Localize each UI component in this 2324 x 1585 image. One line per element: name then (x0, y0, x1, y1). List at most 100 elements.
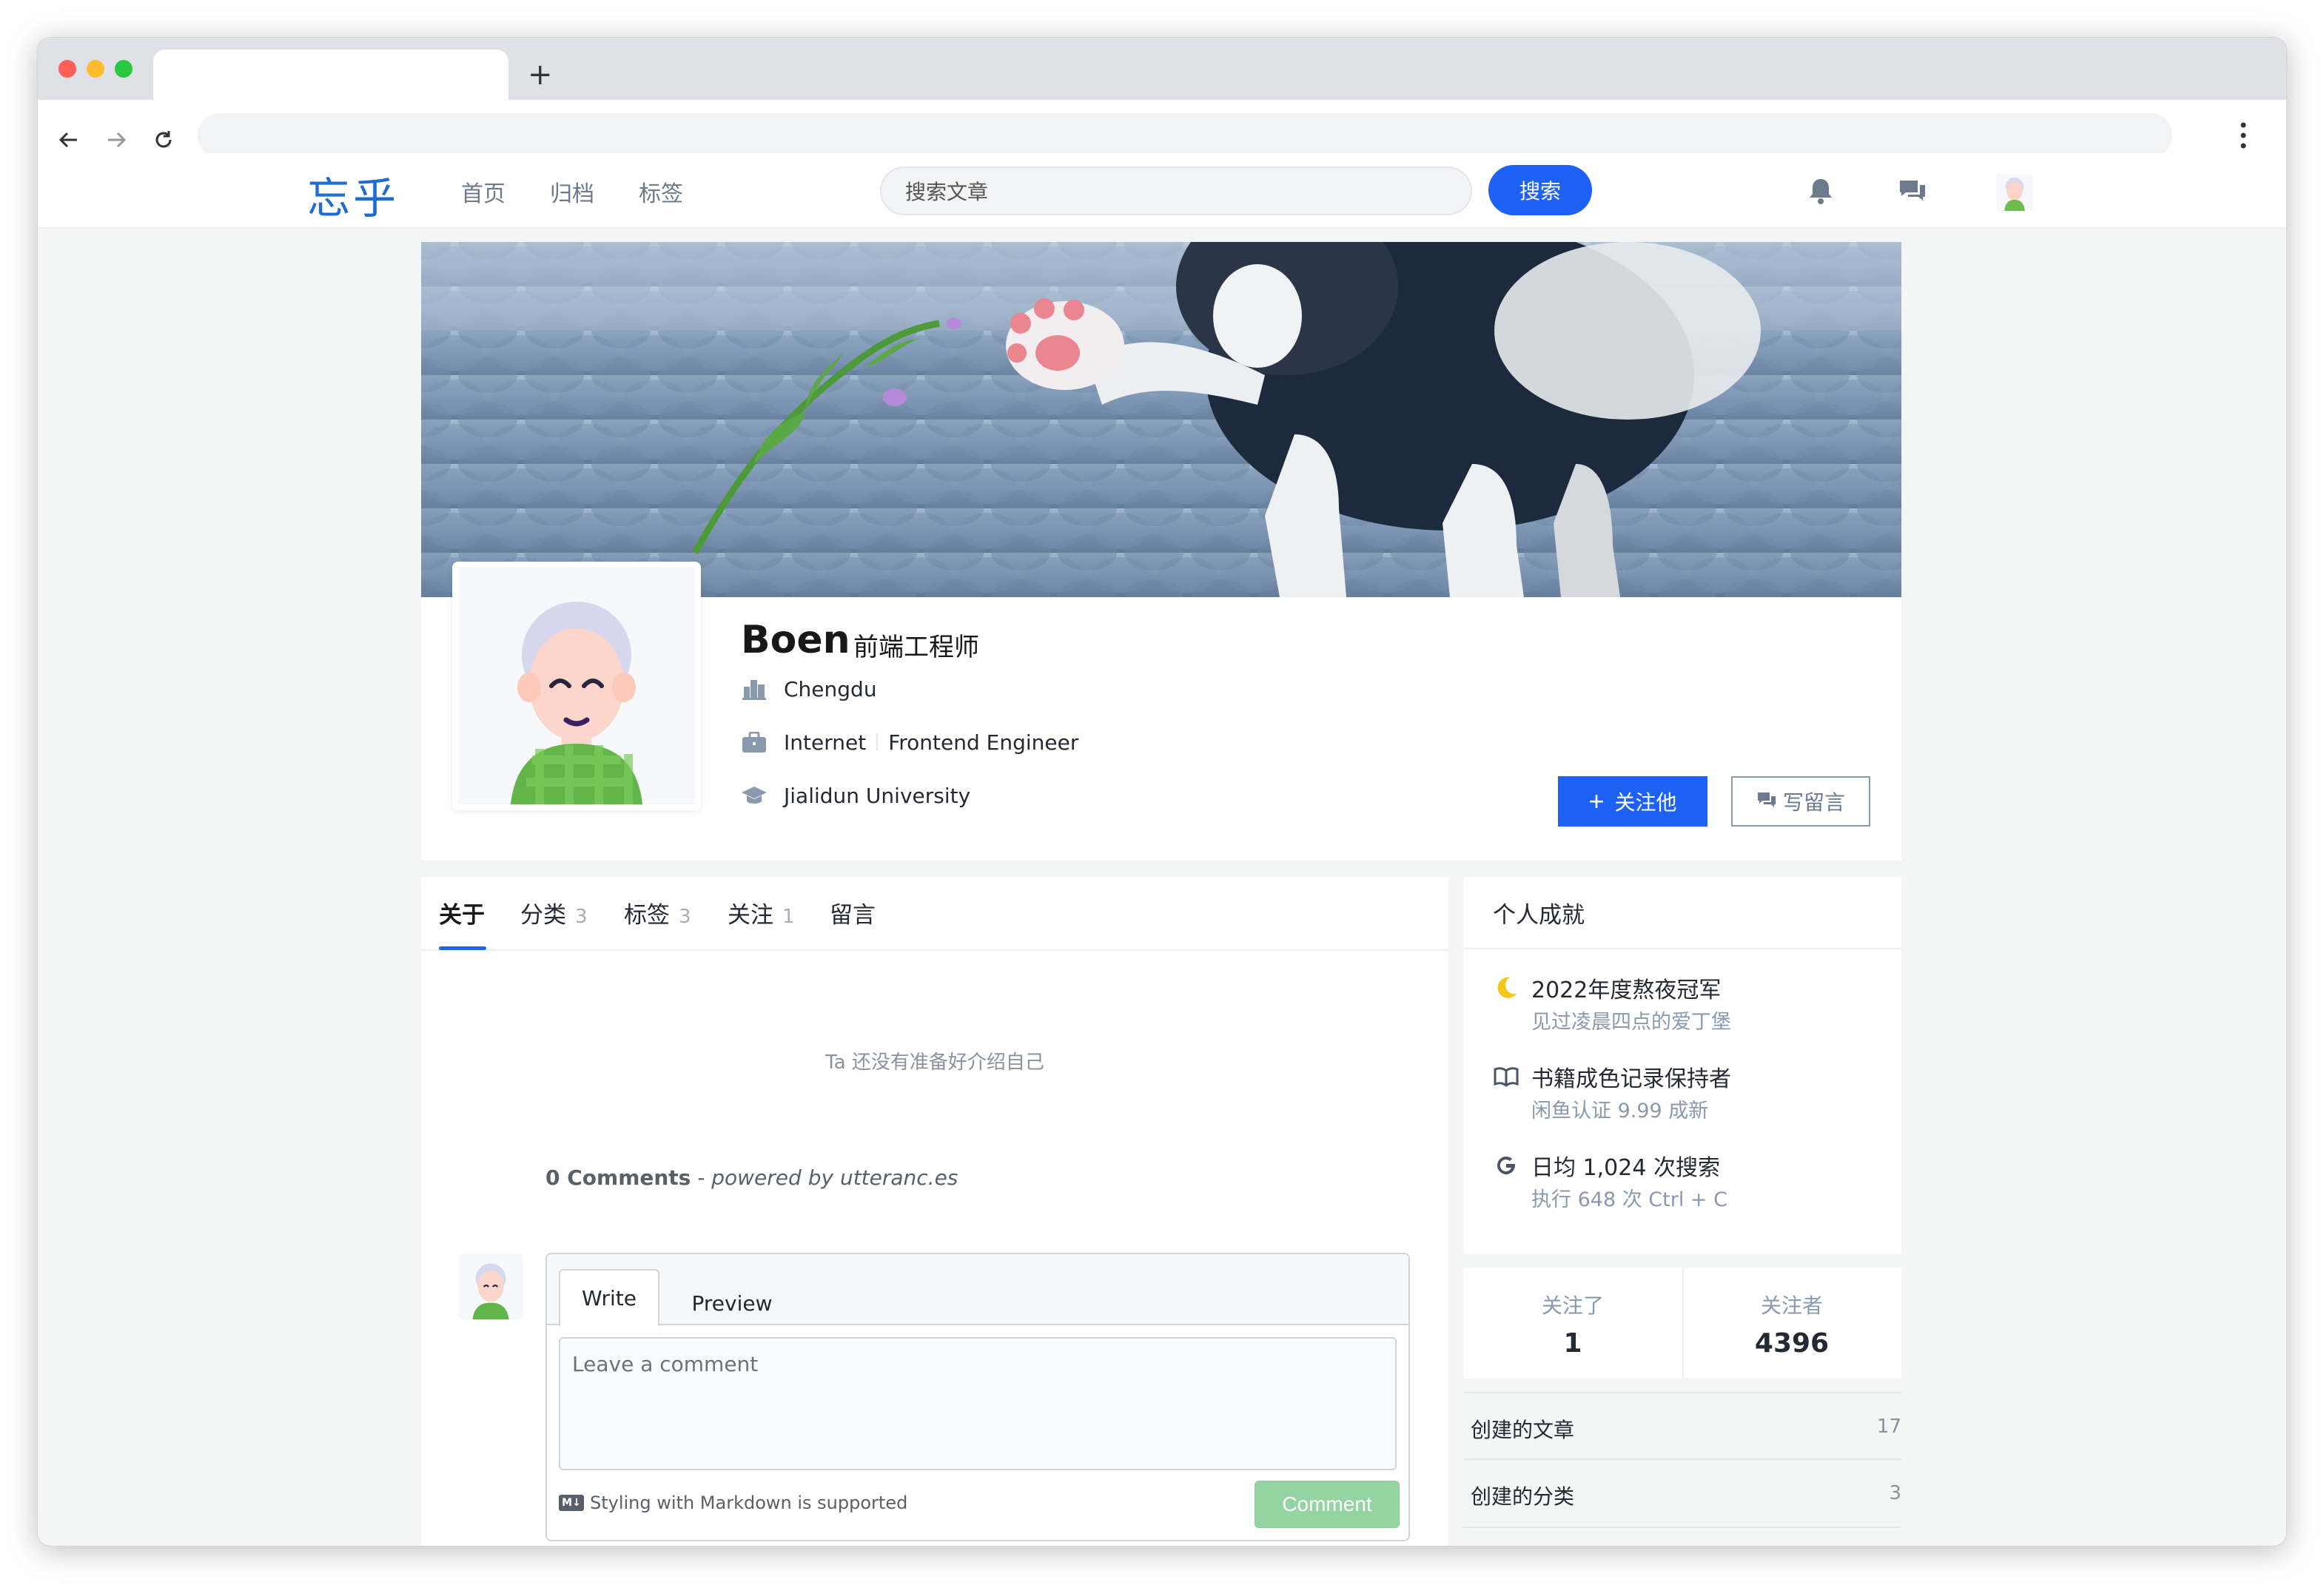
tab-categories-count: 3 (575, 906, 588, 928)
commenter-avatar (458, 1254, 523, 1319)
kitten-photo (421, 242, 1901, 597)
stat-label: 创建的文章 (1471, 1418, 1575, 1442)
achievement-sub: 闲鱼认证 9.99 成新 (1531, 1100, 1709, 1123)
graduation-cap-icon (741, 782, 768, 809)
followers-stat[interactable]: 关注者 4396 (1682, 1268, 1901, 1379)
user-avatar[interactable] (1996, 174, 2033, 211)
markdown-icon: M↓ (559, 1495, 584, 1511)
tab-categories-label: 分类 (520, 902, 566, 929)
tab-write[interactable]: Write (559, 1269, 659, 1327)
book-icon (1493, 1063, 1519, 1090)
profile-name: Boen (741, 618, 850, 662)
nav-home[interactable]: 首页 (461, 175, 506, 208)
stat-articles-row[interactable]: 创建的文章 17 (1463, 1392, 1901, 1460)
stat-value: 17 (1876, 1416, 1901, 1438)
profile-tabs: 关于 分类 3 标签 3 关注 1 留言 (421, 877, 1448, 951)
site-logo[interactable]: 忘乎 (307, 164, 399, 226)
achievements-title: 个人成就 (1493, 902, 1585, 929)
stat-label: 创建的分类 (1471, 1484, 1575, 1509)
new-tab-button[interactable]: + (528, 54, 553, 95)
follow-button-label: 关注他 (1614, 791, 1677, 814)
comment-editor: Write Preview M↓ Styling with Markdown i… (545, 1253, 1410, 1541)
achievement-title: 书籍成色记录保持者 (1531, 1066, 1731, 1092)
tab-tags-count: 3 (679, 906, 691, 928)
industry-text: Internet (784, 730, 867, 755)
tab-messages-label: 留言 (830, 902, 876, 929)
maximize-window-button[interactable] (115, 60, 132, 78)
tab-following[interactable]: 关注 1 (728, 896, 795, 929)
profile-avatar (452, 562, 701, 810)
tab-about-label: 关于 (439, 902, 485, 929)
comment-submit-button[interactable]: Comment (1255, 1481, 1400, 1528)
stat-categories-row[interactable]: 创建的分类 3 (1463, 1460, 1901, 1528)
achievement-title: 日均 1,024 次搜索 (1531, 1155, 1720, 1181)
following-stat[interactable]: 关注了 1 (1463, 1268, 1682, 1379)
follow-button[interactable]: + 关注他 (1558, 776, 1707, 827)
comment-textarea[interactable] (559, 1337, 1397, 1470)
briefcase-icon (741, 729, 768, 756)
followers-label: 关注者 (1760, 1293, 1823, 1318)
address-bar[interactable] (198, 113, 2172, 158)
comment-editor-tabs: Write Preview (547, 1254, 1408, 1327)
divider (1463, 948, 1901, 949)
avatar-illustration (458, 568, 695, 804)
markdown-hint: M↓ Styling with Markdown is supported (559, 1493, 907, 1513)
achievements-card: 个人成就 2022年度熬夜冠军 见过凌晨四点的爱丁堡 书籍成色记录保持者 闲鱼认… (1463, 877, 1901, 1254)
google-icon (1493, 1152, 1519, 1179)
tab-preview[interactable]: Preview (673, 1281, 791, 1325)
markdown-hint-text[interactable]: Styling with Markdown is supported (590, 1493, 907, 1513)
info-school-row: Jialidun University (741, 781, 970, 810)
school-text: Jialidun University (784, 783, 971, 808)
write-message-button[interactable]: 写留言 (1731, 776, 1870, 827)
tab-tags[interactable]: 标签 3 (624, 896, 691, 929)
achievement-title: 2022年度熬夜冠军 (1531, 977, 1722, 1003)
city-text: Chengdu (784, 676, 877, 701)
following-count: 1 (1563, 1328, 1582, 1359)
search-input[interactable] (905, 177, 1423, 206)
profile-main-card: 关于 分类 3 标签 3 关注 1 留言 Ta 还没有准备好介绍自己 0 Com… (421, 877, 1448, 1546)
search-box (880, 166, 1472, 215)
achievement-sub: 见过凌晨四点的爱丁堡 (1531, 1011, 1731, 1034)
tab-about[interactable]: 关于 (439, 896, 485, 929)
arrow-left-icon[interactable] (54, 125, 84, 155)
kebab-menu-icon[interactable] (2239, 119, 2248, 155)
tab-categories[interactable]: 分类 3 (520, 896, 588, 929)
reload-icon[interactable] (149, 125, 178, 155)
minimize-window-button[interactable] (87, 60, 104, 78)
info-city-row: Chengdu (741, 674, 877, 704)
city-buildings-icon (741, 676, 768, 702)
nav-archive[interactable]: 归档 (550, 175, 594, 208)
info-job-row: Internet Frontend Engineer (741, 727, 1078, 757)
active-tab-indicator (439, 946, 486, 950)
browser-window: + 忘乎 首页 归档 标签 搜索文章 搜索 Boen 前端工程师 Chengdu… (37, 37, 2287, 1547)
stat-value: 3 (1889, 1482, 1901, 1504)
plus-icon: + (1588, 786, 1605, 816)
write-message-label: 写留言 (1782, 791, 1845, 814)
achievement-sub: 执行 648 次 Ctrl + C (1531, 1188, 1727, 1211)
about-empty-text: Ta 还没有准备好介绍自己 (825, 1051, 1044, 1074)
comments-count: 0 Comments (545, 1165, 691, 1190)
powered-by-link[interactable]: - powered by utteranc.es (697, 1165, 958, 1190)
job-text: Frontend Engineer (888, 730, 1079, 755)
profile-banner-image (421, 242, 1901, 597)
messages-icon[interactable] (1895, 174, 1930, 208)
browser-tab[interactable] (153, 50, 508, 100)
search-button[interactable]: 搜索 (1488, 165, 1592, 215)
bell-icon[interactable] (1804, 174, 1838, 208)
close-window-button[interactable] (58, 60, 76, 78)
moon-icon (1493, 975, 1519, 1001)
tab-tags-label: 标签 (624, 902, 670, 929)
arrow-right-icon[interactable] (101, 125, 131, 155)
nav-tags[interactable]: 标签 (639, 175, 683, 208)
follow-stats-card: 关注了 1 关注者 4396 (1463, 1268, 1901, 1379)
comments-header: 0 Comments - powered by utteranc.es (545, 1165, 958, 1190)
profile-title: 前端工程师 (853, 633, 979, 662)
tab-messages[interactable]: 留言 (830, 896, 876, 929)
tab-following-count: 1 (782, 906, 795, 928)
tab-following-label: 关注 (728, 902, 773, 929)
browser-tab-bar: + (38, 38, 2286, 100)
following-label: 关注了 (1541, 1293, 1604, 1318)
site-header: 忘乎 首页 归档 标签 搜索 (38, 153, 2286, 229)
followers-count: 4396 (1754, 1328, 1830, 1359)
divider (876, 733, 879, 751)
